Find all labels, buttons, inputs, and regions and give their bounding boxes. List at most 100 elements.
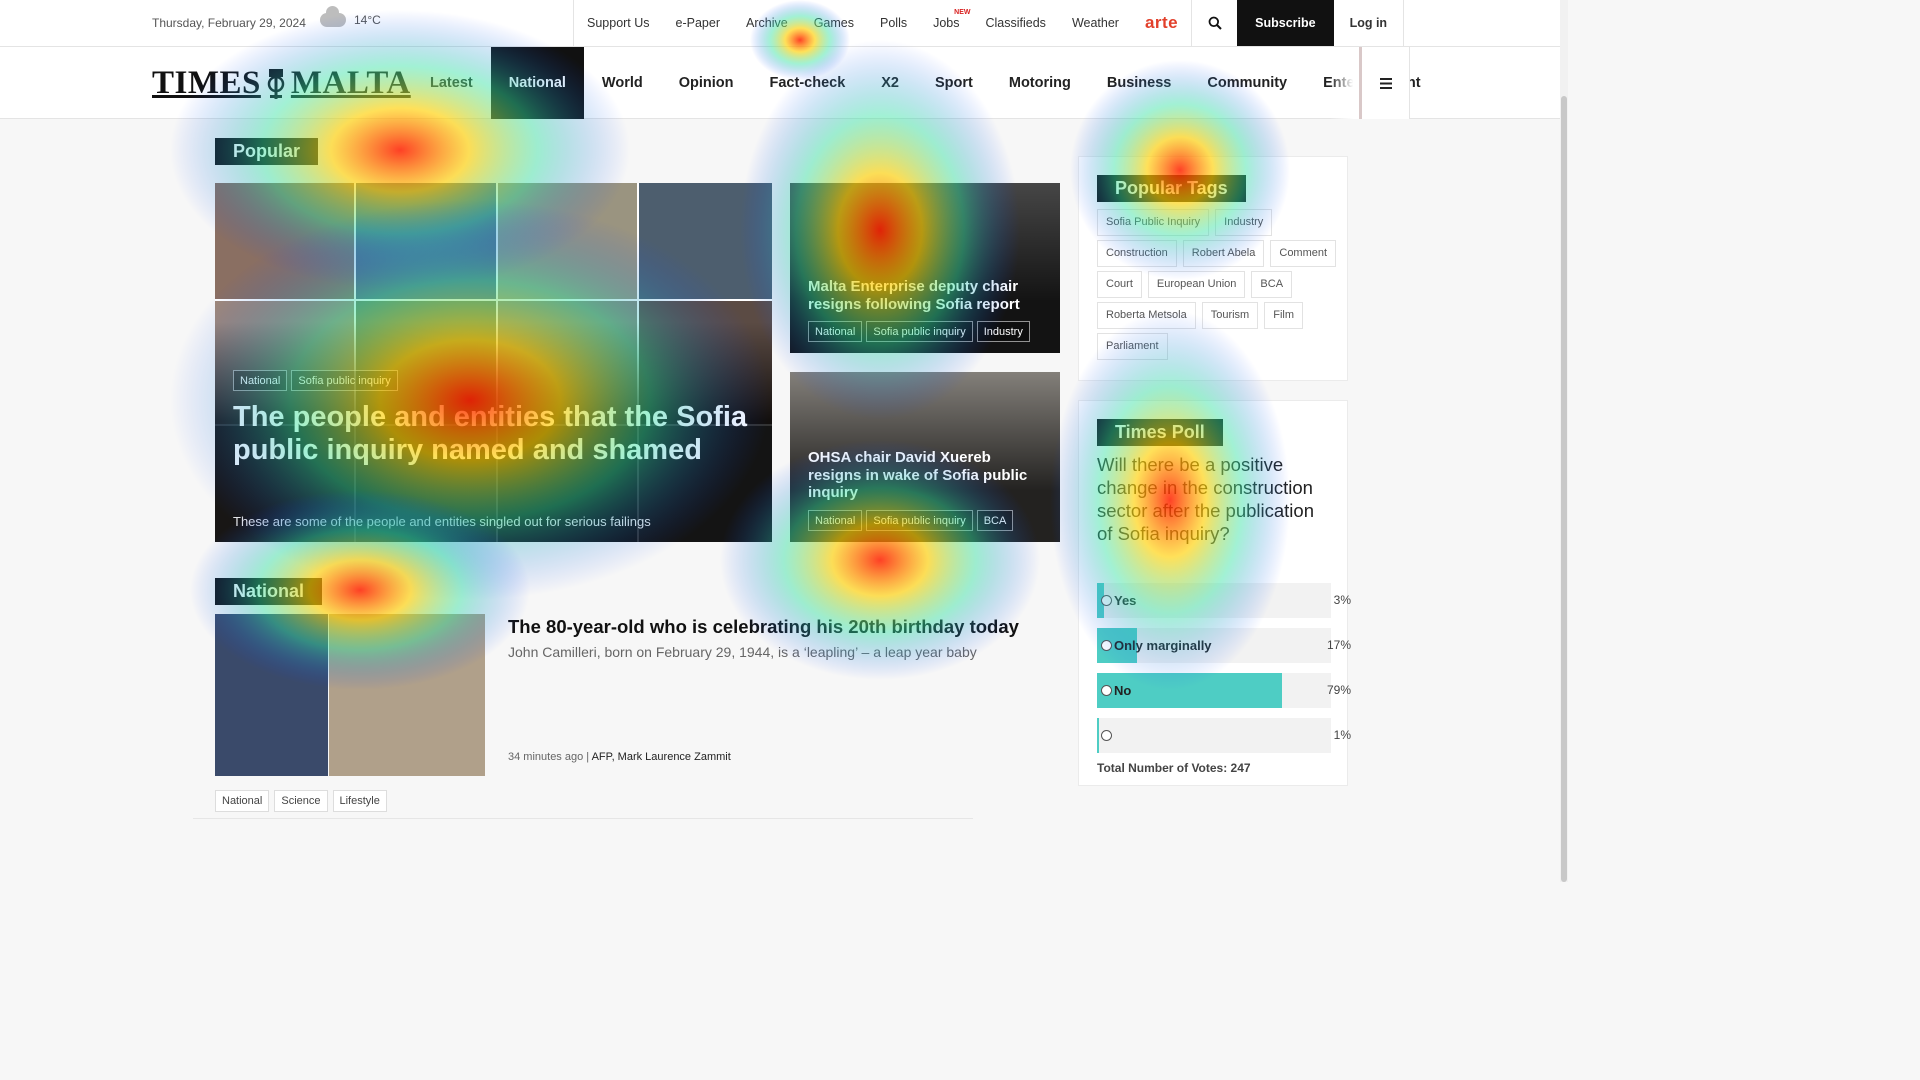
nav-latest[interactable]: Latest [412, 47, 491, 119]
support-us-link[interactable]: Support Us [574, 0, 663, 46]
games-link[interactable]: Games [801, 0, 867, 46]
collage-photo [215, 183, 354, 299]
current-date: Thursday, February 29, 2024 [152, 16, 306, 30]
article-meta: 34 minutes ago | AFP, Mark Laurence Zamm… [508, 751, 731, 763]
popular-tags-list: Sofia Public Inquiry Industry Constructi… [1097, 209, 1337, 360]
cloud-icon [320, 6, 346, 27]
article-authors: AFP, Mark Laurence Zammit [591, 751, 731, 763]
hero-headline[interactable]: The people and entities that the Sofia p… [233, 401, 753, 467]
tag-industry[interactable]: Industry [976, 321, 1030, 342]
classifieds-link[interactable]: Classifieds [973, 0, 1059, 46]
article-headline[interactable]: The 80-year-old who is celebrating his 2… [508, 616, 1019, 638]
poll-option-only-marginally[interactable]: Only marginally 17% [1097, 628, 1351, 663]
side-article-headline[interactable]: OHSA chair David Xuereb resigns in wake … [808, 449, 1048, 502]
radio-icon[interactable] [1101, 730, 1112, 741]
article-standfirst: John Camilleri, born on February 29, 194… [508, 644, 977, 660]
article-thumbnail[interactable] [215, 614, 485, 776]
subscribe-button[interactable]: Subscribe [1237, 0, 1334, 46]
archive-link[interactable]: Archive [733, 0, 801, 46]
popular-tags-label: Popular Tags [1097, 175, 1246, 202]
weather-widget: 14°C [320, 6, 381, 27]
tag-chip[interactable]: Industry [1215, 209, 1273, 236]
hamburger-icon [1379, 77, 1392, 89]
national-article: The 80-year-old who is celebrating his 2… [215, 614, 1060, 776]
side-article-tags: National Sofia public inquiry BCA [808, 510, 1017, 531]
nav-sport[interactable]: Sport [917, 47, 991, 119]
epaper-link[interactable]: e-Paper [663, 0, 733, 46]
login-button[interactable]: Log in [1334, 0, 1405, 46]
poll-option-other[interactable]: 1% [1097, 718, 1351, 753]
tag-science[interactable]: Science [274, 790, 328, 812]
tag-chip[interactable]: Court [1097, 271, 1142, 298]
tag-national[interactable]: National [808, 321, 863, 342]
tag-chip[interactable]: European Union [1147, 271, 1246, 298]
tag-chip[interactable]: Roberta Metsola [1097, 302, 1196, 329]
tag-national[interactable]: National [233, 370, 288, 391]
nav-world[interactable]: World [584, 47, 661, 119]
side-article-headline[interactable]: Malta Enterprise deputy chair resigns fo… [808, 278, 1048, 313]
nav-opinion[interactable]: Opinion [661, 47, 752, 119]
section-tabs: Latest National World Opinion Fact-check… [412, 47, 1439, 119]
tag-lifestyle[interactable]: Lifestyle [332, 790, 387, 812]
times-poll-label: Times Poll [1097, 419, 1223, 446]
jobs-link[interactable]: Jobs NEW [920, 0, 972, 46]
page-scrollbar[interactable] [1560, 0, 1568, 882]
radio-icon[interactable] [1101, 595, 1112, 606]
poll-option-no[interactable]: No 79% [1097, 673, 1351, 708]
polls-link[interactable]: Polls [867, 0, 920, 46]
thumbnail-photo [329, 614, 485, 776]
top-bar: Thursday, February 29, 2024 14°C Support… [0, 0, 1560, 47]
tag-national[interactable]: National [215, 790, 270, 812]
hero-article[interactable]: National Sofia public inquiry The people … [215, 183, 772, 542]
logo-text-malta: MALTA [290, 65, 411, 101]
nav-community[interactable]: Community [1189, 47, 1305, 119]
jobs-label: Jobs [933, 16, 960, 30]
hero-tags: National Sofia public inquiry [233, 370, 402, 391]
collage-photo [639, 183, 772, 299]
side-article-card[interactable]: Malta Enterprise deputy chair resigns fo… [790, 183, 1060, 353]
tag-sofia-public-inquiry[interactable]: Sofia public inquiry [866, 321, 973, 342]
search-button[interactable] [1191, 0, 1237, 46]
tag-chip[interactable]: Robert Abela [1182, 240, 1265, 267]
collage-photo [356, 183, 496, 299]
nav-national[interactable]: National [490, 47, 584, 119]
poll-bar-fill [1097, 718, 1100, 753]
radio-icon[interactable] [1101, 685, 1112, 696]
tag-chip[interactable]: Film [1264, 302, 1304, 329]
nav-motoring[interactable]: Motoring [991, 47, 1089, 119]
weather-link[interactable]: Weather [1059, 0, 1132, 46]
article-time: 34 minutes ago [508, 751, 584, 763]
tag-sofia-public-inquiry[interactable]: Sofia public inquiry [291, 370, 398, 391]
nav-x2[interactable]: X2 [863, 47, 917, 119]
arte-logo-link[interactable]: arte [1132, 0, 1191, 46]
hero-subheadline: These are some of the people and entitie… [233, 514, 651, 529]
side-article-card[interactable]: OHSA chair David Xuereb resigns in wake … [790, 372, 1060, 542]
radio-icon[interactable] [1101, 640, 1112, 651]
nav-business[interactable]: Business [1089, 47, 1189, 119]
tag-chip[interactable]: Construction [1097, 240, 1177, 267]
tag-sofia-public-inquiry[interactable]: Sofia public inquiry [866, 510, 973, 531]
article-tags: National Science Lifestyle [215, 790, 387, 812]
tag-chip[interactable]: Tourism [1201, 302, 1259, 329]
crest-icon [267, 68, 285, 99]
site-logo[interactable]: TIMES MALTA [152, 65, 411, 102]
tag-bca[interactable]: BCA [976, 510, 1014, 531]
scrollbar-thumb[interactable] [1561, 96, 1567, 882]
nav-fact-check[interactable]: Fact-check [752, 47, 864, 119]
section-divider [193, 818, 973, 819]
poll-option-percent: 17% [1326, 638, 1351, 652]
side-article-tags: National Sofia public inquiry Industry [808, 321, 1034, 342]
poll-option-label: Only marginally [1114, 638, 1212, 653]
poll-option-yes[interactable]: Yes 3% [1097, 583, 1351, 618]
tag-chip[interactable]: Comment [1270, 240, 1337, 267]
new-badge: NEW [954, 9, 971, 16]
menu-button[interactable] [1362, 47, 1410, 119]
tag-chip[interactable]: Parliament [1097, 333, 1168, 360]
tag-national[interactable]: National [808, 510, 863, 531]
national-section-label: National [215, 578, 323, 605]
tag-chip[interactable]: BCA [1251, 271, 1293, 298]
utility-links: Support Us e-Paper Archive Games Polls J… [573, 0, 1405, 46]
popular-section-label: Popular [215, 138, 319, 165]
times-poll-widget: Times Poll Will there be a positive chan… [1078, 400, 1351, 786]
tag-chip[interactable]: Sofia Public Inquiry [1097, 209, 1210, 236]
